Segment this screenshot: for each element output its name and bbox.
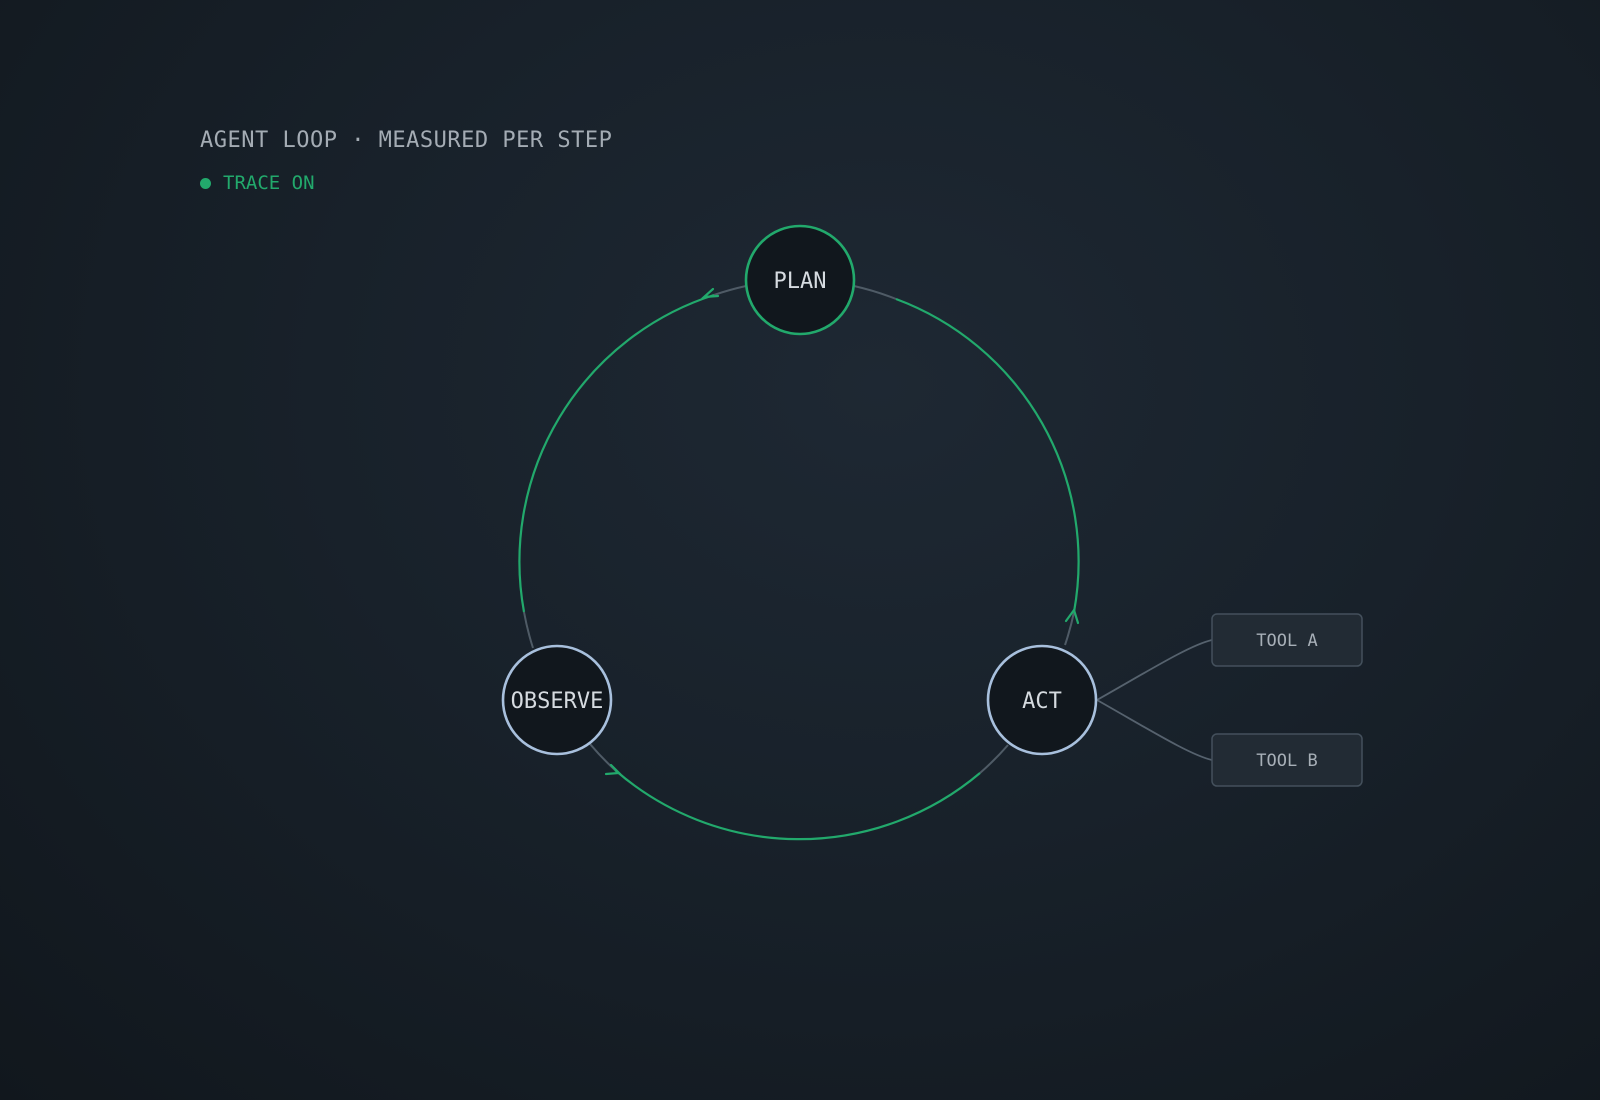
node-plan[interactable]: PLAN [744,224,856,336]
ring-segment-act-out-muted [979,744,1009,774]
tool-a-label: TOOL A [1256,631,1317,651]
node-observe[interactable]: OBSERVE [501,644,613,756]
arc-plan-to-act [895,297,1080,613]
node-observe-label: OBSERVE [511,689,604,714]
tool-a[interactable]: TOOL A [1211,613,1363,667]
tool-connectors [1096,639,1213,761]
node-act-label: ACT [1022,689,1062,714]
tool-b[interactable]: TOOL B [1211,733,1363,787]
node-plan-label: PLAN [774,269,827,294]
arrowhead-into-observe [604,763,622,776]
ring-segment-observe-out-muted [523,611,534,649]
ring-segment-plan-act-muted [853,285,897,300]
arc-act-to-observe [614,769,981,841]
arc-observe-to-plan [518,293,715,613]
node-act[interactable]: ACT [986,644,1098,756]
arrowhead-into-plan [700,287,720,299]
ring-segment-plan-in-muted [713,285,747,296]
agent-loop-diagram: PLAN ACT OBSERVE TOOL A TOOL B [501,224,1363,841]
tool-b-label: TOOL B [1256,751,1317,771]
connector-act-tool-a [1096,639,1213,701]
connector-act-tool-b [1096,699,1213,761]
